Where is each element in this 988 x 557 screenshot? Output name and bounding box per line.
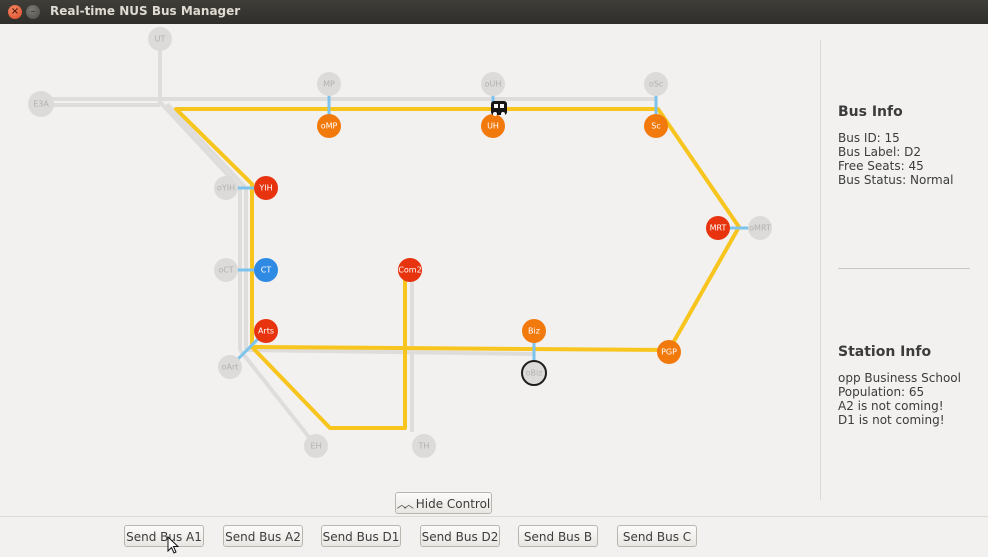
svg-text:oCT: oCT <box>218 266 233 275</box>
station-yih[interactable]: YIH <box>254 176 278 200</box>
bus-info-details: Bus ID: 15 Bus Label: D2 Free Seats: 45 … <box>838 131 953 187</box>
minimize-icon[interactable]: – <box>26 5 40 19</box>
panel-divider <box>820 40 821 500</box>
control-divider <box>0 516 988 517</box>
hide-control-label: Hide Control <box>415 497 491 511</box>
svg-text:PGP: PGP <box>661 348 677 357</box>
bus-icon[interactable] <box>491 101 507 116</box>
station-e3a[interactable]: E3A <box>28 91 54 117</box>
station-note-a2: A2 is not coming! <box>838 399 944 413</box>
hide-control-button[interactable]: ︿︿ Hide Control <box>395 492 492 514</box>
svg-text:oYIH: oYIH <box>217 184 235 193</box>
send-bus-d2-button[interactable]: Send Bus D2 <box>420 525 500 547</box>
route-loop <box>174 107 741 352</box>
svg-text:Sc: Sc <box>651 122 660 131</box>
station-mrt[interactable]: MRT <box>706 216 730 240</box>
svg-text:E3A: E3A <box>33 100 49 109</box>
svg-text:oUH: oUH <box>485 80 502 89</box>
station-obiz[interactable]: oBiz <box>521 360 547 386</box>
svg-text:oBiz: oBiz <box>526 369 543 378</box>
svg-text:UH: UH <box>487 122 499 131</box>
svg-text:MP: MP <box>323 80 335 89</box>
station-name: opp Business School <box>838 371 961 385</box>
send-bus-c-button[interactable]: Send Bus C <box>617 525 697 547</box>
send-bus-b-button[interactable]: Send Bus B <box>518 525 598 547</box>
bus-route-map: UT E3A MP oUH oSc oMP UH Sc oYIH YIH MRT… <box>28 27 772 458</box>
bus-info-title: Bus Info <box>838 104 903 120</box>
bus-status: Bus Status: Normal <box>838 173 954 187</box>
svg-text:CT: CT <box>261 266 272 275</box>
bus-free-seats: Free Seats: 45 <box>838 159 924 173</box>
station-ouh[interactable]: oUH <box>481 72 505 96</box>
station-ut[interactable]: UT <box>148 27 172 51</box>
shadow-routes <box>42 40 656 448</box>
station-arts[interactable]: Arts <box>254 319 278 343</box>
shadow-route-eh <box>238 348 318 448</box>
station-omp[interactable]: oMP <box>317 114 341 138</box>
station-oyih[interactable]: oYIH <box>214 176 238 200</box>
station-note-d1: D1 is not coming! <box>838 413 945 427</box>
svg-text:EH: EH <box>310 442 321 451</box>
send-bus-a2-button[interactable]: Send Bus A2 <box>223 525 303 547</box>
send-bus-a1-button[interactable]: Send Bus A1 <box>124 525 204 547</box>
close-icon[interactable]: × <box>8 5 22 19</box>
station-pgp[interactable]: PGP <box>657 340 681 364</box>
station-th[interactable]: TH <box>412 434 436 458</box>
svg-text:Com2: Com2 <box>398 266 421 275</box>
svg-text:oMP: oMP <box>321 122 338 131</box>
svg-text:oArt: oArt <box>222 363 239 372</box>
bus-label: Bus Label: D2 <box>838 145 922 159</box>
station-ct[interactable]: CT <box>254 258 278 282</box>
svg-text:oMRT: oMRT <box>749 224 771 233</box>
svg-text:YIH: YIH <box>258 184 272 193</box>
bus-id: Bus ID: 15 <box>838 131 900 145</box>
double-chevron-up-icon: ︿︿ <box>396 500 414 511</box>
station-mp[interactable]: MP <box>317 72 341 96</box>
station-population: Population: 65 <box>838 385 925 399</box>
window-titlebar: × – Real-time NUS Bus Manager <box>0 0 988 24</box>
svg-text:UT: UT <box>155 35 166 44</box>
station-osc[interactable]: oSc <box>644 72 668 96</box>
station-omrt[interactable]: oMRT <box>748 216 772 240</box>
station-oct[interactable]: oCT <box>214 258 238 282</box>
stations: UT E3A MP oUH oSc oMP UH Sc oYIH YIH MRT… <box>28 27 772 458</box>
station-eh[interactable]: EH <box>304 434 328 458</box>
station-com2[interactable]: Com2 <box>398 258 422 282</box>
info-divider <box>838 268 970 269</box>
svg-text:Arts: Arts <box>258 327 274 336</box>
mouse-pointer-icon <box>167 536 179 554</box>
svg-text:oSc: oSc <box>649 80 663 89</box>
station-info-title: Station Info <box>838 344 932 360</box>
window-title: Real-time NUS Bus Manager <box>50 4 241 18</box>
station-oart[interactable]: oArt <box>218 355 242 379</box>
station-info-details: opp Business School Population: 65 A2 is… <box>838 371 961 427</box>
svg-text:MRT: MRT <box>710 224 727 233</box>
station-uh[interactable]: UH <box>481 114 505 138</box>
station-biz[interactable]: Biz <box>522 319 546 343</box>
send-bus-d1-button[interactable]: Send Bus D1 <box>321 525 401 547</box>
svg-text:TH: TH <box>418 442 430 451</box>
station-sc[interactable]: Sc <box>644 114 668 138</box>
svg-text:Biz: Biz <box>528 327 540 336</box>
